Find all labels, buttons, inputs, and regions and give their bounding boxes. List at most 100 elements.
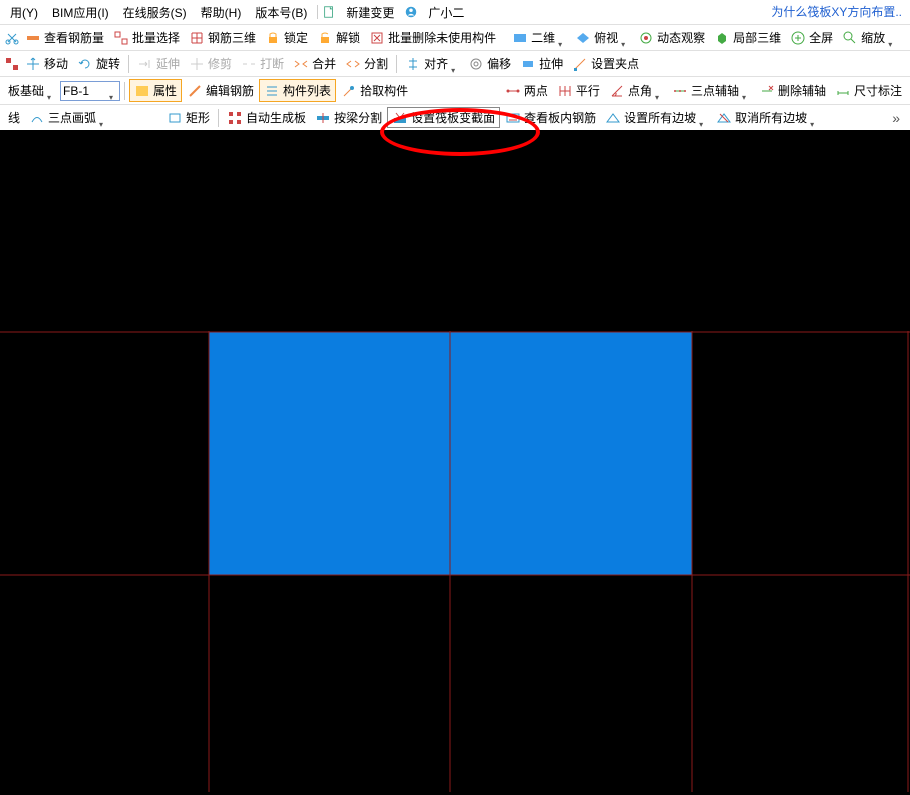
rotate-button[interactable]: 旋转 bbox=[73, 53, 124, 74]
rebar-3d-button[interactable]: 钢筋三维 bbox=[185, 27, 260, 48]
stretch-label: 拉伸 bbox=[539, 55, 563, 72]
dynamic-view-button[interactable]: 动态观察 bbox=[634, 27, 709, 48]
trim-label: 修剪 bbox=[208, 55, 232, 72]
view-slab-rebar-button[interactable]: 查看板内钢筋 bbox=[501, 107, 600, 128]
foundation-dropdown[interactable]: 板基础 bbox=[4, 80, 59, 101]
dropdown-icon bbox=[699, 116, 707, 120]
separator bbox=[128, 55, 129, 73]
move-button[interactable]: 移动 bbox=[21, 53, 72, 74]
edit-rebar-button[interactable]: 编辑钢筋 bbox=[183, 80, 258, 101]
line-label: 线 bbox=[8, 109, 20, 126]
user-icon bbox=[404, 5, 418, 19]
auto-gen-icon bbox=[227, 110, 243, 126]
align-button[interactable]: 对齐 bbox=[401, 53, 463, 74]
extend-button[interactable]: 延伸 bbox=[133, 53, 184, 74]
dropdown-icon bbox=[109, 89, 117, 93]
component-list-button[interactable]: 构件列表 bbox=[259, 79, 336, 102]
two-point-button[interactable]: 两点 bbox=[501, 80, 552, 101]
cancel-all-slope-label: 取消所有边坡 bbox=[735, 109, 807, 126]
properties-button[interactable]: 属性 bbox=[129, 79, 182, 102]
fb-input[interactable] bbox=[63, 84, 109, 98]
set-all-slope-button[interactable]: 设置所有边坡 bbox=[601, 107, 711, 128]
delete-axis-button[interactable]: 删除辅轴 bbox=[755, 80, 830, 101]
offset-icon bbox=[468, 56, 484, 72]
batch-select-button[interactable]: 批量选择 bbox=[109, 27, 184, 48]
split-label: 分割 bbox=[364, 55, 388, 72]
batch-select-icon bbox=[113, 30, 129, 46]
extend-label: 延伸 bbox=[156, 55, 180, 72]
pick-component-button[interactable]: 拾取构件 bbox=[337, 80, 412, 101]
dropdown-icon bbox=[655, 89, 663, 93]
auto-gen-slab-button[interactable]: 自动生成板 bbox=[223, 107, 310, 128]
point-angle-button[interactable]: 点角 bbox=[605, 80, 667, 101]
three-point-axis-icon bbox=[672, 83, 688, 99]
set-grip-button[interactable]: 设置夹点 bbox=[568, 53, 643, 74]
local-3d-icon bbox=[714, 30, 730, 46]
notice-link[interactable]: 为什么筏板XY方向布置.. bbox=[763, 0, 910, 24]
full-screen-label: 全屏 bbox=[809, 29, 833, 46]
lock-icon bbox=[265, 30, 281, 46]
unlock-button[interactable]: 解锁 bbox=[313, 27, 364, 48]
dimension-button[interactable]: 尺寸标注 bbox=[831, 80, 906, 101]
offset-button[interactable]: 偏移 bbox=[464, 53, 515, 74]
stretch-button[interactable]: 拉伸 bbox=[516, 53, 567, 74]
overflow-icon[interactable]: » bbox=[886, 110, 906, 126]
lock-label: 锁定 bbox=[284, 29, 308, 46]
by-beam-split-button[interactable]: 按梁分割 bbox=[311, 107, 386, 128]
user-label[interactable]: 广小二 bbox=[422, 2, 470, 23]
menu-help[interactable]: 帮助(H) bbox=[195, 2, 248, 23]
set-raft-section-button[interactable]: 设置筏板变截面 bbox=[387, 107, 500, 128]
new-change-button[interactable]: 新建变更 bbox=[340, 2, 400, 23]
two-point-icon bbox=[505, 83, 521, 99]
unlock-label: 解锁 bbox=[336, 29, 360, 46]
rect-button[interactable]: 矩形 bbox=[163, 107, 214, 128]
brush-icon[interactable] bbox=[901, 30, 910, 46]
set-raft-section-label: 设置筏板变截面 bbox=[411, 109, 495, 126]
rect-icon bbox=[167, 110, 183, 126]
menu-online[interactable]: 在线服务(S) bbox=[117, 2, 193, 23]
grid-icon[interactable] bbox=[4, 56, 20, 72]
fb-select[interactable] bbox=[60, 81, 120, 101]
dropdown-icon bbox=[47, 89, 55, 93]
dropdown-icon bbox=[451, 62, 459, 66]
rect-label: 矩形 bbox=[186, 109, 210, 126]
merge-button[interactable]: 合并 bbox=[289, 53, 340, 74]
top-view-button[interactable]: 俯视 bbox=[571, 27, 633, 48]
cut-icon[interactable] bbox=[4, 30, 20, 46]
three-point-axis-button[interactable]: 三点辅轴 bbox=[668, 80, 754, 101]
line-button[interactable]: 线 bbox=[4, 107, 24, 128]
delete-icon bbox=[369, 30, 385, 46]
new-change-icon bbox=[322, 5, 336, 19]
properties-label: 属性 bbox=[153, 82, 177, 99]
2d-label: 二维 bbox=[531, 29, 555, 46]
top-view-icon bbox=[575, 30, 591, 46]
move-label: 移动 bbox=[44, 55, 68, 72]
raft-section-icon bbox=[392, 110, 408, 126]
separator bbox=[317, 5, 318, 19]
break-button[interactable]: 打断 bbox=[237, 53, 288, 74]
view-slab-rebar-icon bbox=[505, 110, 521, 126]
view-rebar-button[interactable]: 查看钢筋量 bbox=[21, 27, 108, 48]
top-view-label: 俯视 bbox=[594, 29, 618, 46]
trim-button[interactable]: 修剪 bbox=[185, 53, 236, 74]
view-slab-rebar-label: 查看板内钢筋 bbox=[524, 109, 596, 126]
cancel-all-slope-button[interactable]: 取消所有边坡 bbox=[712, 107, 822, 128]
break-icon bbox=[241, 56, 257, 72]
parallel-button[interactable]: 平行 bbox=[553, 80, 604, 101]
menu-use[interactable]: 用(Y) bbox=[4, 2, 44, 23]
three-point-arc-button[interactable]: 三点画弧 bbox=[25, 107, 111, 128]
set-grip-label: 设置夹点 bbox=[591, 55, 639, 72]
full-screen-button[interactable]: 全屏 bbox=[786, 27, 837, 48]
separator bbox=[218, 109, 219, 127]
edit-rebar-label: 编辑钢筋 bbox=[206, 82, 254, 99]
2d-button[interactable]: 二维 bbox=[508, 27, 570, 48]
menu-bim[interactable]: BIM应用(I) bbox=[46, 2, 115, 23]
dynamic-view-label: 动态观察 bbox=[657, 29, 705, 46]
drawing-canvas[interactable] bbox=[0, 144, 910, 792]
batch-delete-button[interactable]: 批量删除未使用构件 bbox=[365, 27, 500, 48]
local-3d-button[interactable]: 局部三维 bbox=[710, 27, 785, 48]
menu-version[interactable]: 版本号(B) bbox=[249, 2, 313, 23]
lock-button[interactable]: 锁定 bbox=[261, 27, 312, 48]
split-button[interactable]: 分割 bbox=[341, 53, 392, 74]
zoom-button[interactable]: 缩放 bbox=[838, 27, 900, 48]
